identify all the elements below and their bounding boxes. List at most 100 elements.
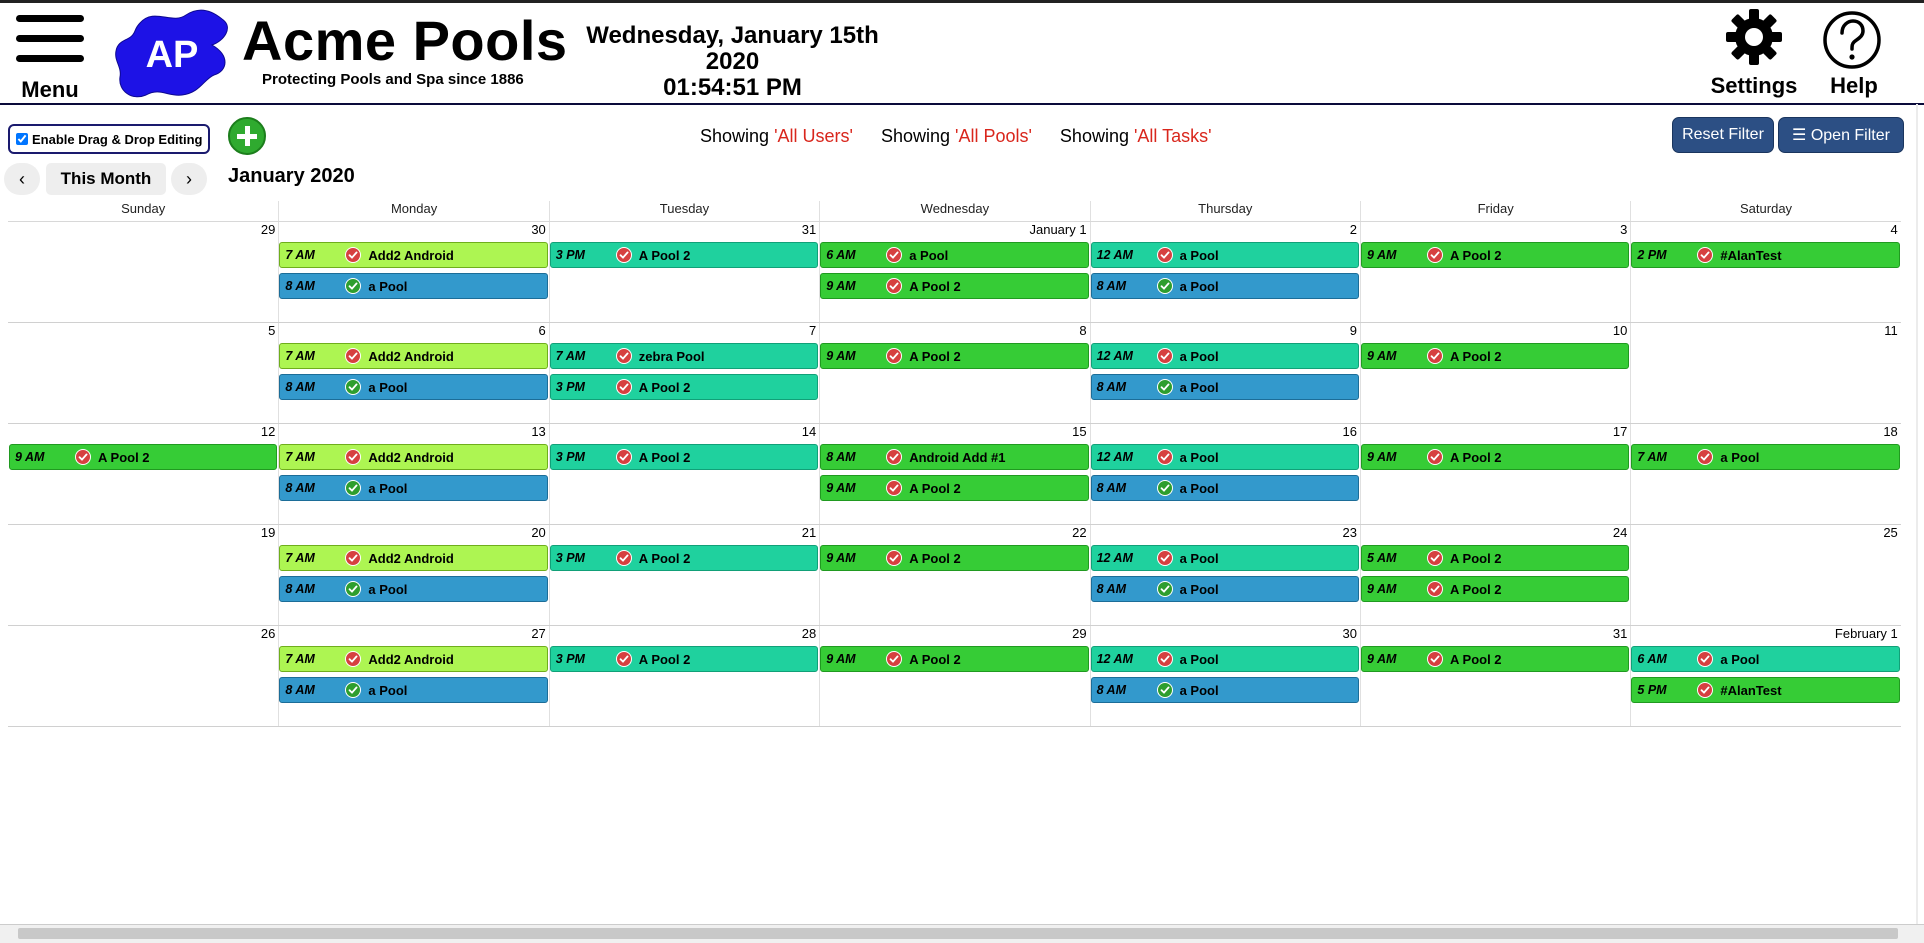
calendar-event[interactable]: 3 PM A Pool 2 [549, 545, 819, 571]
prev-month-button[interactable]: ‹ [4, 163, 40, 195]
day-cell[interactable]: 5 [8, 323, 278, 423]
calendar-event[interactable]: 9 AM A Pool 2 [1361, 242, 1630, 268]
open-filter-button[interactable]: ☰ Open Filter [1778, 117, 1904, 153]
day-cell[interactable]: 16 [1089, 424, 1360, 524]
calendar-event[interactable]: 8 AM a Pool [1090, 576, 1359, 602]
calendar-event[interactable]: 5 AM A Pool 2 [1361, 545, 1630, 571]
calendar-event[interactable]: 9 AM A Pool 2 [1361, 343, 1630, 369]
day-cell[interactable]: 30 [1089, 626, 1360, 726]
day-cell[interactable]: 9 [1089, 323, 1360, 423]
calendar-event[interactable]: 8 AM a Pool [279, 273, 548, 299]
drag-drop-toggle[interactable]: Enable Drag & Drop Editing [8, 124, 211, 154]
event-time: 12 AM [1096, 652, 1133, 666]
calendar-event[interactable]: 8 AM a Pool [1090, 374, 1359, 400]
day-cell[interactable]: 2 [1089, 222, 1360, 322]
day-cell[interactable]: 23 [1089, 525, 1360, 625]
calendar-event[interactable]: 8 AM a Pool [1090, 677, 1359, 703]
calendar-event[interactable]: 9 AM A Pool 2 [820, 475, 1089, 501]
day-cell[interactable]: 8 [819, 323, 1089, 423]
calendar-event[interactable]: 8 AM a Pool [1090, 475, 1359, 501]
calendar-event[interactable]: 3 PM A Pool 2 [549, 374, 819, 400]
day-cell[interactable]: 15 [819, 424, 1089, 524]
scrollbar-thumb[interactable] [18, 928, 1898, 939]
calendar-event[interactable]: 8 AM a Pool [279, 475, 548, 501]
day-cell[interactable]: 24 [1360, 525, 1630, 625]
calendar-event[interactable]: 9 AM A Pool 2 [820, 273, 1089, 299]
reset-filter-button[interactable]: Reset Filter [1672, 117, 1774, 153]
day-cell[interactable]: 18 [1630, 424, 1900, 524]
help-button[interactable]: Help [1814, 7, 1894, 99]
calendar-event[interactable]: 8 AM a Pool [279, 576, 548, 602]
day-cell[interactable]: 29 [819, 626, 1089, 726]
calendar-event[interactable]: 12 AM a Pool [1090, 242, 1359, 268]
day-cell[interactable]: 6 [278, 323, 548, 423]
calendar-event[interactable]: 8 AM a Pool [1090, 273, 1359, 299]
day-cell[interactable]: 30 [278, 222, 548, 322]
day-cell[interactable]: 21 [548, 525, 819, 625]
day-cell[interactable]: 28 [548, 626, 819, 726]
horizontal-scrollbar[interactable] [0, 924, 1924, 943]
day-cell[interactable]: 31 [1360, 626, 1630, 726]
calendar-event[interactable]: 5 PM #AlanTest [1631, 677, 1900, 703]
day-cell[interactable]: 13 [278, 424, 548, 524]
day-cell[interactable]: 10 [1360, 323, 1630, 423]
day-cell[interactable]: 27 [278, 626, 548, 726]
calendar-event[interactable]: 9 AM A Pool 2 [820, 545, 1089, 571]
calendar-event[interactable]: 9 AM A Pool 2 [9, 444, 278, 470]
calendar-event[interactable]: 6 AM a Pool [1631, 646, 1900, 672]
calendar-event[interactable]: 7 AM a Pool [1631, 444, 1900, 470]
calendar-event[interactable]: 8 AM a Pool [279, 374, 548, 400]
day-cell[interactable]: 31 [548, 222, 819, 322]
calendar-event[interactable]: 6 AM a Pool [820, 242, 1089, 268]
status-check-icon [1156, 480, 1173, 496]
calendar-event[interactable]: 7 AM Add2 Android [279, 646, 548, 672]
day-number: 30 [531, 222, 546, 237]
add-task-button[interactable] [228, 117, 266, 155]
this-month-button[interactable]: This Month [46, 163, 166, 195]
calendar-event[interactable]: 7 AM Add2 Android [279, 444, 548, 470]
day-cell[interactable]: 25 [1630, 525, 1900, 625]
day-cell[interactable]: 19 [8, 525, 278, 625]
calendar-event[interactable]: 7 AM Add2 Android [279, 242, 548, 268]
day-cell[interactable]: January 1 [819, 222, 1089, 322]
calendar-event[interactable]: 9 AM A Pool 2 [820, 343, 1089, 369]
day-cell[interactable]: 4 [1630, 222, 1900, 322]
calendar-event[interactable]: 3 PM A Pool 2 [549, 646, 819, 672]
day-cell[interactable]: 26 [8, 626, 278, 726]
calendar-event[interactable]: 8 AM a Pool [279, 677, 548, 703]
calendar-event[interactable]: 9 AM A Pool 2 [1361, 646, 1630, 672]
event-name: Add2 Android [368, 550, 454, 566]
calendar-event[interactable]: 7 AM Add2 Android [279, 343, 548, 369]
settings-button[interactable]: Settings [1704, 7, 1804, 99]
calendar-event[interactable]: 9 AM A Pool 2 [1361, 444, 1630, 470]
next-month-button[interactable]: › [171, 163, 207, 195]
calendar-event[interactable]: 12 AM a Pool [1090, 545, 1359, 571]
day-cell[interactable]: 17 [1360, 424, 1630, 524]
calendar-event[interactable]: 7 AM zebra Pool [549, 343, 819, 369]
calendar-event[interactable]: 9 AM A Pool 2 [820, 646, 1089, 672]
calendar-event[interactable]: 8 AM Android Add #1 [820, 444, 1089, 470]
menu-button[interactable]: Menu [14, 13, 86, 102]
calendar-event[interactable]: 3 PM A Pool 2 [549, 444, 819, 470]
calendar-event[interactable]: 2 PM #AlanTest [1631, 242, 1900, 268]
day-cell[interactable]: 11 [1630, 323, 1900, 423]
event-time: 7 AM [1637, 450, 1667, 464]
calendar-event[interactable]: 9 AM A Pool 2 [1361, 576, 1630, 602]
day-cell[interactable]: 12 [8, 424, 278, 524]
drag-drop-checkbox[interactable] [16, 133, 28, 145]
event-name: a Pool [368, 581, 408, 597]
calendar-event[interactable]: 12 AM a Pool [1090, 646, 1359, 672]
event-name: A Pool 2 [1450, 247, 1502, 263]
day-cell[interactable]: 20 [278, 525, 548, 625]
calendar-event[interactable]: 12 AM a Pool [1090, 343, 1359, 369]
day-cell[interactable]: 3 [1360, 222, 1630, 322]
calendar-event[interactable]: 7 AM Add2 Android [279, 545, 548, 571]
day-cell[interactable]: 22 [819, 525, 1089, 625]
calendar-event[interactable]: 3 PM A Pool 2 [549, 242, 819, 268]
day-cell[interactable]: February 1 [1630, 626, 1900, 726]
calendar-event[interactable]: 12 AM a Pool [1090, 444, 1359, 470]
day-cell[interactable]: 7 [548, 323, 819, 423]
status-pending-icon [886, 247, 903, 263]
day-cell[interactable]: 29 [8, 222, 278, 322]
day-cell[interactable]: 14 [548, 424, 819, 524]
